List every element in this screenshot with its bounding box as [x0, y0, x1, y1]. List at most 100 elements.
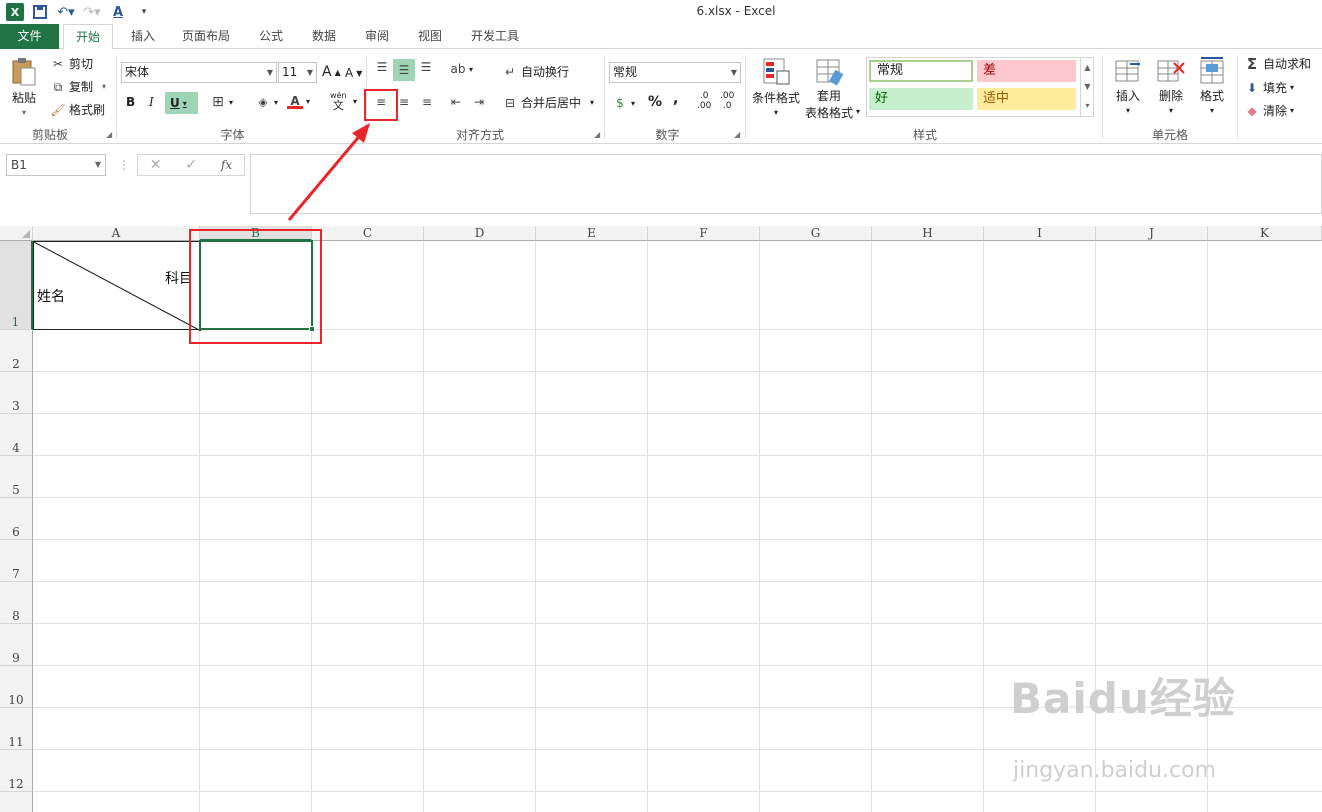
tab-page-layout[interactable]: 页面布局 [175, 24, 237, 49]
row-header-1[interactable]: 1 [0, 241, 33, 330]
clipboard-launcher-icon[interactable]: ◢ [106, 130, 112, 139]
decrease-decimal-button[interactable]: .00 .0 [720, 91, 734, 111]
format-as-table-button[interactable]: 套用 表格格式 [805, 57, 853, 121]
formula-input[interactable] [250, 154, 1322, 214]
insert-cells-button[interactable]: 插入 ▾ [1114, 57, 1142, 115]
column-header-i[interactable]: I [984, 226, 1096, 241]
comma-button[interactable]: , [673, 91, 678, 107]
format-as-table-dropdown-icon[interactable]: ▾ [856, 107, 860, 116]
row-header-13[interactable] [0, 792, 33, 812]
row-header-10[interactable]: 10 [0, 666, 33, 708]
bold-button[interactable]: B [126, 95, 135, 109]
style-gallery-scroll[interactable]: ▲ ▼ ▾ [1080, 58, 1094, 116]
insert-function-button[interactable]: fx [221, 158, 232, 172]
number-launcher-icon[interactable]: ◢ [734, 130, 740, 139]
fill-color-button[interactable]: ◈ ▾ [255, 94, 278, 110]
font-size-combo[interactable]: 11 ▼ [278, 62, 317, 83]
clear-button[interactable]: ◆ 清除 ▾ [1244, 102, 1294, 119]
paint-bucket-icon: ◈ [258, 95, 268, 109]
column-header-e[interactable]: E [536, 226, 648, 241]
wrap-text-icon: ↵ [504, 64, 516, 79]
fill-down-icon: ⬇ [1246, 80, 1258, 95]
tab-home[interactable]: 开始 [63, 24, 113, 50]
row-header-7[interactable]: 7 [0, 540, 33, 582]
shrink-font-button[interactable]: A ▼ [345, 66, 362, 80]
name-box[interactable]: B1 ▼ [6, 154, 106, 176]
column-header-j[interactable]: J [1096, 226, 1208, 241]
italic-button[interactable]: I [149, 95, 154, 109]
format-cells-button[interactable]: 格式 ▾ [1198, 55, 1226, 115]
increase-decimal-button[interactable]: .0 .00 [697, 91, 711, 111]
underline-label: U [170, 96, 180, 110]
number-format-combo[interactable]: 常规 ▼ [609, 62, 741, 83]
font-color-button[interactable]: A ▾ [287, 93, 310, 109]
tab-developer[interactable]: 开发工具 [462, 24, 528, 49]
bottom-align-button[interactable]: ☰ [418, 59, 434, 75]
tab-view[interactable]: 视图 [410, 24, 450, 49]
font-launcher-icon[interactable]: ◢ [357, 130, 363, 139]
row-header-11[interactable]: 11 [0, 708, 33, 750]
tab-file[interactable]: 文件 [0, 24, 59, 49]
select-all-button[interactable] [0, 226, 33, 241]
style-neutral[interactable]: 适中 [977, 88, 1076, 110]
increase-indent-button[interactable]: ⇥ [471, 94, 487, 110]
column-header-h[interactable]: H [872, 226, 984, 241]
style-good[interactable]: 好 [869, 88, 973, 110]
format-painter-button[interactable]: 🖌 格式刷 [50, 101, 105, 118]
align-center-button[interactable]: ≡ [396, 94, 412, 110]
tab-insert[interactable]: 插入 [123, 24, 163, 49]
phonetic-button[interactable]: wén 文 [330, 91, 347, 111]
row-header-3[interactable]: 3 [0, 372, 33, 414]
row-header-6[interactable]: 6 [0, 498, 33, 540]
column-header-f[interactable]: F [648, 226, 760, 241]
column-header-g[interactable]: G [760, 226, 872, 241]
font-name-combo[interactable]: 宋体 ▼ [121, 62, 277, 83]
merge-center-button[interactable]: ⊟ 合并后居中 ▾ [502, 94, 594, 111]
column-header-d[interactable]: D [424, 226, 536, 241]
column-header-k[interactable]: K [1208, 226, 1322, 241]
autosum-button[interactable]: Σ 自动求和 [1244, 55, 1311, 72]
enter-icon[interactable]: ✓ [185, 157, 197, 173]
decrease-indent-icon: ⇤ [450, 95, 462, 109]
borders-button[interactable]: ⊞ ▾ [210, 94, 233, 110]
align-right-button[interactable]: ≡ [419, 94, 435, 110]
middle-align-button[interactable]: ☰ [393, 59, 415, 81]
decrease-indent-button[interactable]: ⇤ [448, 94, 464, 110]
top-align-button[interactable]: ☰ [374, 59, 390, 75]
orientation-button[interactable]: ab ▾ [450, 61, 474, 77]
cancel-icon[interactable]: ✕ [150, 157, 162, 173]
format-as-table-label-top: 套用 [817, 89, 842, 103]
insert-cells-label: 插入 [1115, 89, 1140, 103]
style-bad[interactable]: 差 [977, 60, 1076, 82]
currency-button[interactable]: $ ▾ [612, 95, 635, 111]
tab-formulas[interactable]: 公式 [250, 24, 292, 49]
row-header-9[interactable]: 9 [0, 624, 33, 666]
formula-bar-grip-icon[interactable]: ⋮ [118, 158, 130, 172]
delete-cells-button[interactable]: 删除 ▾ [1156, 57, 1186, 115]
row-header-8[interactable]: 8 [0, 582, 33, 624]
row-header-12[interactable]: 12 [0, 750, 33, 792]
conditional-formatting-button[interactable]: 条件格式 ▾ [752, 57, 800, 117]
row-header-2[interactable]: 2 [0, 330, 33, 372]
increase-indent-icon: ⇥ [473, 95, 485, 109]
column-header-a[interactable]: A [33, 226, 200, 241]
alignment-launcher-icon[interactable]: ◢ [594, 130, 600, 139]
percent-button[interactable]: % [648, 94, 662, 110]
fill-button[interactable]: ⬇ 填充 ▾ [1244, 79, 1294, 96]
tab-review[interactable]: 审阅 [357, 24, 397, 49]
top-align-icon: ☰ [376, 60, 388, 74]
row-header-4[interactable]: 4 [0, 414, 33, 456]
delete-cells-icon [1157, 60, 1185, 82]
wrap-text-button[interactable]: ↵ 自动换行 [502, 63, 569, 80]
style-normal[interactable]: 常规 [869, 60, 973, 82]
phonetic-dropdown-icon[interactable]: ▾ [353, 97, 357, 106]
row-header-5[interactable]: 5 [0, 456, 33, 498]
paste-button[interactable]: 粘贴 ▾ [10, 57, 38, 117]
grow-font-button[interactable]: A ▲ [322, 64, 341, 80]
column-header-c[interactable]: C [312, 226, 424, 241]
cut-button[interactable]: ✂ 剪切 [50, 55, 93, 72]
cell-a1[interactable]: 科目 姓名 [33, 241, 201, 331]
underline-button[interactable]: U ▾ [165, 92, 198, 114]
tab-data[interactable]: 数据 [304, 24, 344, 49]
copy-button[interactable]: ⧉ 复制 ▾ [50, 78, 106, 95]
